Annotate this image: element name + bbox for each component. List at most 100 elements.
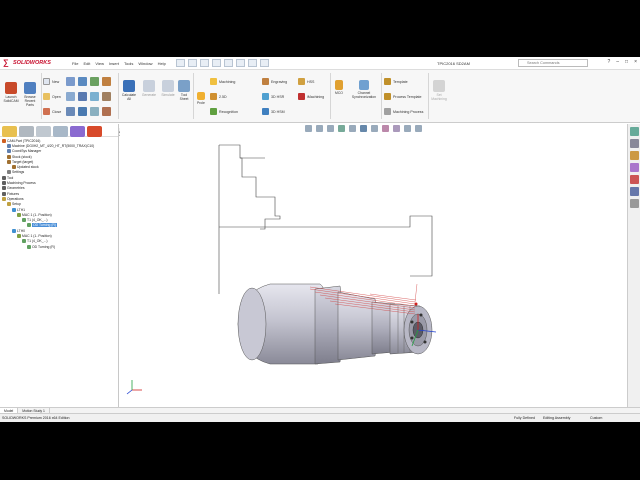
tree-node-icon [7, 159, 11, 164]
file-tool-icon[interactable] [90, 107, 99, 116]
tree-node-label: Tool [7, 175, 14, 180]
profile-icon [197, 92, 205, 100]
monitor-icon[interactable] [415, 125, 422, 132]
tree-node[interactable]: OD Turning (R) [2, 244, 116, 249]
machining-process-button[interactable]: Machining Process [384, 108, 423, 115]
turned-part[interactable] [237, 283, 433, 365]
options-icon[interactable] [259, 59, 269, 67]
print-icon[interactable] [211, 59, 221, 67]
close-icon[interactable]: × [634, 59, 637, 65]
tree-node-icon [2, 175, 6, 180]
template-button[interactable]: Template [384, 78, 408, 85]
profile-button[interactable]: Prole [195, 92, 207, 105]
rebuild-icon[interactable] [247, 59, 257, 67]
menu-edit[interactable]: Edit [83, 61, 90, 66]
tool-sheet-icon [178, 80, 190, 92]
menu-insert[interactable]: Insert [109, 61, 119, 66]
solidworks-logo[interactable]: ∑ SOLIDWORKS [0, 59, 58, 67]
engraving-button[interactable]: Engraving [262, 78, 287, 85]
imachining-button[interactable]: iMachining [298, 93, 324, 100]
hss-icon [298, 78, 305, 85]
menu-file[interactable]: File [72, 61, 78, 66]
file-explorer-icon[interactable] [630, 151, 639, 160]
browse-recent-parts-button[interactable]: Browse Recent Parts [21, 82, 39, 107]
solidcam-manager-tab-icon[interactable] [87, 126, 102, 137]
open-doc-icon[interactable] [187, 59, 197, 67]
file-tool-icon[interactable] [66, 92, 75, 101]
set-machining-button[interactable]: Set Machining [430, 80, 448, 101]
solidworks-resources-icon[interactable] [630, 127, 639, 136]
section-view-icon[interactable] [338, 125, 345, 132]
launch-solidcam-button[interactable]: Launch SolidCAM [2, 82, 20, 103]
new-doc-icon[interactable] [175, 59, 185, 67]
3d-hsr-button[interactable]: 3D HSR [262, 93, 284, 100]
file-tool-icon[interactable] [66, 107, 75, 116]
close-file-icon [43, 108, 50, 115]
tool-sheet-button[interactable]: Tool Sheet [177, 80, 191, 101]
select-icon[interactable] [235, 59, 245, 67]
open-button[interactable]: Open [43, 93, 61, 100]
design-library-icon[interactable] [630, 139, 639, 148]
channel-synchronization-button[interactable]: Channel Synchronization [348, 80, 380, 99]
file-tool-icon[interactable] [102, 77, 111, 86]
view-settings-icon[interactable] [404, 125, 411, 132]
apply-scene-icon[interactable] [393, 125, 400, 132]
graphics-viewport[interactable] [120, 124, 627, 407]
zoom-fit-icon[interactable] [305, 125, 312, 132]
machining-icon [210, 78, 217, 85]
search-commands-input[interactable]: Search Commands [518, 59, 588, 67]
display-manager-tab-icon[interactable] [70, 126, 85, 137]
hss-button[interactable]: HSS [298, 78, 314, 85]
menu-tools[interactable]: Tools [124, 61, 133, 66]
generate-button[interactable]: Generate [140, 80, 158, 97]
status-edition: SOLIDWORKS Premium 2016 x64 Edition [2, 416, 70, 420]
file-tool-icon[interactable] [78, 92, 87, 101]
file-tool-icon[interactable] [78, 77, 87, 86]
save-icon[interactable] [199, 59, 209, 67]
3d-hsm-button[interactable]: 3D HSM [262, 108, 285, 115]
property-manager-tab-icon[interactable] [19, 126, 34, 137]
file-tool-icon[interactable] [90, 92, 99, 101]
new-button[interactable]: New [43, 78, 59, 85]
recognition-button[interactable]: Recognition [210, 108, 238, 115]
process-template-button[interactable]: Process Template [384, 93, 422, 100]
edit-appearance-icon[interactable] [382, 125, 389, 132]
machining-process-icon [384, 108, 391, 115]
undo-icon[interactable] [223, 59, 233, 67]
maximize-icon[interactable]: □ [625, 59, 628, 65]
recognition-icon [210, 108, 217, 115]
2-5d-button[interactable]: 2.5D [210, 93, 227, 100]
file-tool-icon[interactable] [78, 107, 87, 116]
menu-help[interactable]: Help [158, 61, 166, 66]
menu-window[interactable]: Window [138, 61, 152, 66]
file-tool-icon[interactable] [102, 92, 111, 101]
dimxpert-tab-icon[interactable] [53, 126, 68, 137]
calculate-all-button[interactable]: Calculate All [120, 80, 138, 101]
display-style-icon[interactable] [360, 125, 367, 132]
file-tool-icon[interactable] [66, 77, 75, 86]
mco-button[interactable]: MCO [332, 80, 346, 95]
part-model-canvas[interactable] [120, 124, 627, 407]
zoom-area-icon[interactable] [316, 125, 323, 132]
minimize-icon[interactable]: – [616, 59, 619, 65]
menu-view[interactable]: View [95, 61, 104, 66]
feature-tree-tab-icon[interactable] [2, 126, 17, 137]
file-tool-icon[interactable] [90, 77, 99, 86]
tree-node-icon [2, 181, 6, 186]
status-units[interactable]: Custom [590, 416, 602, 420]
file-tool-icon[interactable] [102, 107, 111, 116]
view-orientation-icon[interactable] [349, 125, 356, 132]
ribbon-separator [428, 73, 429, 119]
custom-properties-icon[interactable] [630, 187, 639, 196]
hide-show-icon[interactable] [371, 125, 378, 132]
tree-node-icon [27, 244, 31, 249]
view-palette-icon[interactable] [630, 163, 639, 172]
help-icon[interactable]: ? [607, 59, 610, 65]
config-manager-tab-icon[interactable] [36, 126, 51, 137]
close-button[interactable]: Close [43, 108, 61, 115]
simulate-button[interactable]: Simulate [159, 80, 177, 97]
solidworks-forum-icon[interactable] [630, 199, 639, 208]
appearances-icon[interactable] [630, 175, 639, 184]
machining-button[interactable]: Machining [210, 78, 235, 85]
previous-view-icon[interactable] [327, 125, 334, 132]
